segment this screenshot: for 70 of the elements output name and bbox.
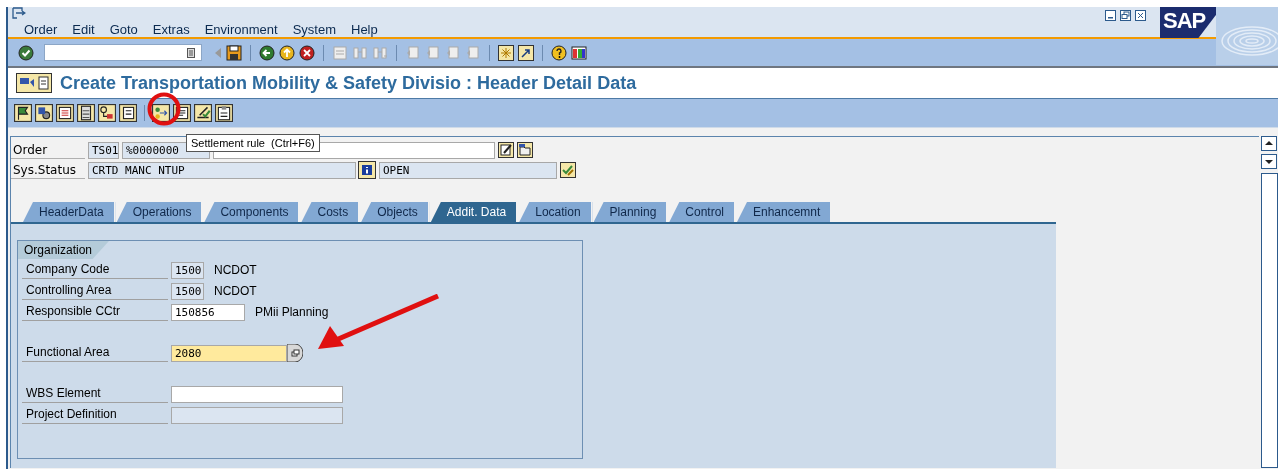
menu-item[interactable]: System <box>292 22 336 37</box>
scroll-up-icon[interactable] <box>1261 136 1277 151</box>
display-field: 1500 <box>171 282 204 300</box>
flag-icon[interactable] <box>14 104 32 122</box>
check-edit-icon[interactable] <box>560 162 576 178</box>
menu-item[interactable]: Help <box>351 22 378 37</box>
field-label: Functional Area <box>22 344 168 362</box>
exit-icon[interactable] <box>279 44 295 61</box>
field-label: Sys.Status <box>11 161 85 179</box>
help-icon[interactable] <box>551 44 567 61</box>
field-label: Project Definition <box>22 406 168 424</box>
scrollbar-track[interactable] <box>1261 173 1278 468</box>
edit-text-icon[interactable] <box>498 142 514 158</box>
save-icon[interactable] <box>226 44 242 61</box>
approve-icon[interactable] <box>194 104 212 122</box>
input-field[interactable]: 150856 <box>171 303 245 321</box>
field-description: NCDOT <box>214 284 257 298</box>
tab[interactable]: Operations <box>116 202 204 222</box>
field-label: Controlling Area <box>22 282 168 300</box>
tab[interactable]: Costs <box>301 202 361 222</box>
tab[interactable]: Control <box>669 202 736 222</box>
tab[interactable]: Components <box>204 202 301 222</box>
tooltip: Settlement rule (Ctrl+F6) <box>186 134 320 152</box>
display-field: 1500 <box>171 261 204 279</box>
tab[interactable]: Addit. Data <box>430 202 519 222</box>
screen-title: Create Transportation Mobility & Safety Divisio : Header Detail Data <box>60 74 637 92</box>
list-icon[interactable] <box>56 104 74 122</box>
system-status-field: CRTD MANC NTUP <box>88 161 356 179</box>
folder-icon[interactable] <box>517 142 533 158</box>
tab[interactable]: Location <box>519 202 593 222</box>
tab[interactable]: HeaderData <box>23 202 116 222</box>
tab[interactable]: Enhancemnt <box>737 202 833 222</box>
annotation-circle <box>147 92 181 126</box>
clipboard-icon[interactable] <box>215 104 233 122</box>
enter-icon[interactable] <box>18 44 34 61</box>
info-icon[interactable] <box>358 161 376 179</box>
field-label: WBS Element <box>22 385 168 403</box>
value-help-icon[interactable] <box>287 344 303 362</box>
input-field[interactable]: 2080 <box>171 344 287 362</box>
restore-icon[interactable] <box>1120 10 1131 21</box>
field-description: PMii Planning <box>255 305 329 319</box>
new-session-icon[interactable] <box>498 44 514 61</box>
order-type-field: TS01 <box>88 141 119 159</box>
field-label: Order <box>11 141 85 159</box>
layout-icon[interactable] <box>571 44 587 61</box>
cancel-icon[interactable] <box>299 44 315 61</box>
field-label: Responsible CCtr <box>22 303 168 321</box>
group-title: Organization <box>18 241 109 259</box>
field-label: Company Code <box>22 261 168 279</box>
minimize-icon[interactable] <box>1105 10 1116 21</box>
back-icon[interactable] <box>259 44 275 61</box>
input-field[interactable] <box>171 385 343 403</box>
display-change-icon[interactable] <box>16 73 52 93</box>
menu-item[interactable]: Extras <box>152 22 190 37</box>
history-icon <box>187 47 195 58</box>
scroll-down-icon[interactable] <box>1261 154 1277 169</box>
shortcut-icon[interactable] <box>518 44 534 61</box>
menu-item[interactable]: Order <box>24 22 58 37</box>
close-icon[interactable] <box>1135 10 1146 21</box>
command-field[interactable] <box>44 44 202 61</box>
menu-item[interactable]: Environment <box>204 22 278 37</box>
system-menu-icon[interactable] <box>12 7 26 19</box>
menu-item[interactable]: Goto <box>109 22 138 37</box>
document-icon[interactable] <box>119 104 137 122</box>
field-description: NCDOT <box>214 263 257 277</box>
user-status-field: OPEN <box>379 161 557 179</box>
structure-icon[interactable] <box>98 104 116 122</box>
tab[interactable]: Planning <box>593 202 669 222</box>
menu-item[interactable]: Edit <box>72 22 95 37</box>
tab[interactable]: Objects <box>361 202 430 222</box>
